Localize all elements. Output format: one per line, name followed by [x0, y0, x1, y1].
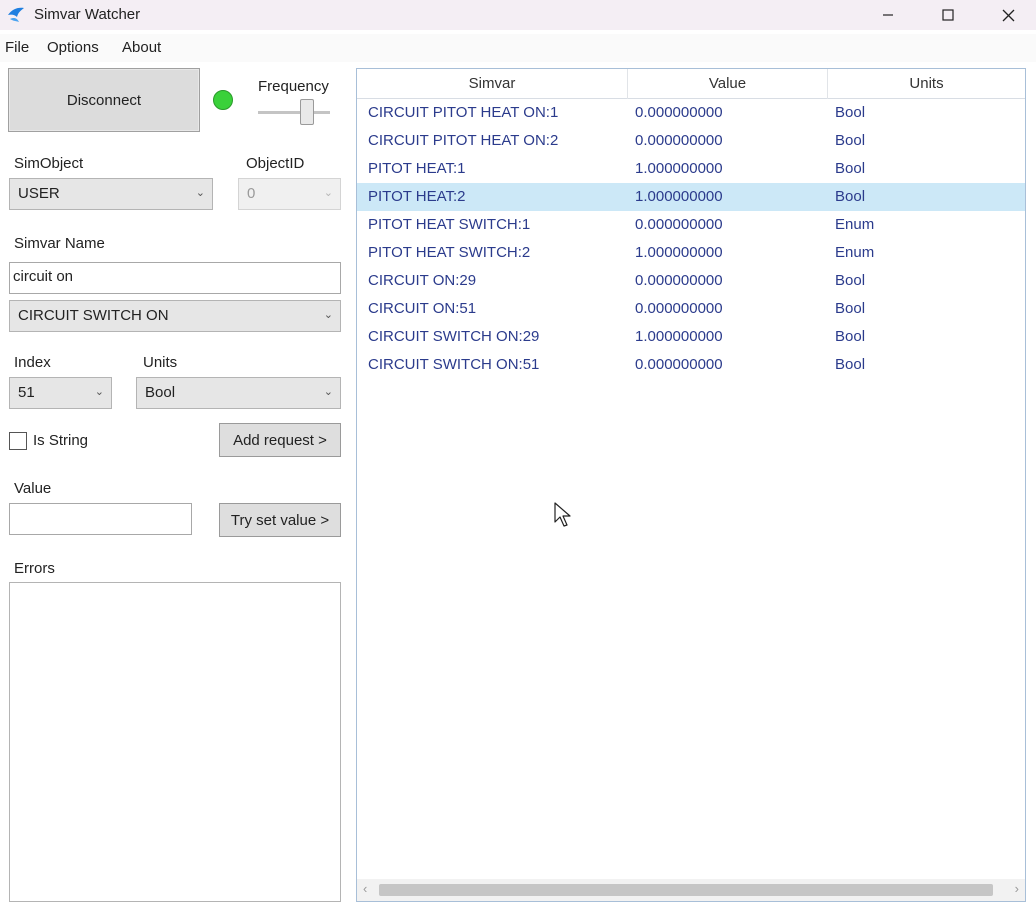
simvar-name-label: Simvar Name — [14, 235, 105, 252]
table-row[interactable]: CIRCUIT PITOT HEAT ON:1 0.000000000 Bool — [357, 99, 1025, 127]
cell-simvar: CIRCUIT SWITCH ON:51 — [368, 356, 540, 373]
chevron-down-icon: ⌄ — [323, 386, 333, 398]
column-header-value[interactable]: Value — [628, 69, 828, 99]
app-icon — [8, 7, 24, 22]
horizontal-scrollbar[interactable]: ‹ › — [357, 879, 1025, 901]
simvar-select[interactable]: CIRCUIT SWITCH ON ⌄ — [9, 300, 341, 332]
maximize-icon — [942, 9, 954, 21]
menu-file[interactable]: File — [5, 39, 29, 56]
horizontal-scrollbar-thumb[interactable] — [379, 884, 993, 896]
cell-units: Enum — [835, 244, 875, 261]
cell-simvar: PITOT HEAT:2 — [368, 188, 466, 205]
cell-units: Bool — [835, 160, 866, 177]
cell-value: 1.000000000 — [635, 328, 723, 345]
cell-units: Bool — [835, 300, 866, 317]
table-row[interactable]: CIRCUIT SWITCH ON:29 1.000000000 Bool — [357, 323, 1025, 351]
table-row[interactable]: PITOT HEAT:1 1.000000000 Bool — [357, 155, 1025, 183]
cell-value: 0.000000000 — [635, 300, 723, 317]
cell-simvar: CIRCUIT ON:51 — [368, 300, 477, 317]
simvar-grid[interactable]: Simvar Value Units CIRCUIT PITOT HEAT ON… — [356, 68, 1026, 902]
cell-units: Enum — [835, 216, 875, 233]
cell-units: Bool — [835, 188, 866, 205]
simvar-select-value: CIRCUIT SWITCH ON — [18, 307, 169, 324]
cell-simvar: CIRCUIT SWITCH ON:29 — [368, 328, 540, 345]
title-bar: Simvar Watcher — [0, 0, 1036, 30]
cell-value: 1.000000000 — [635, 244, 723, 261]
cell-simvar: PITOT HEAT:1 — [368, 160, 466, 177]
table-row[interactable]: CIRCUIT ON:29 0.000000000 Bool — [357, 267, 1025, 295]
cell-units: Bool — [835, 132, 866, 149]
index-select[interactable]: 51 ⌄ — [9, 377, 112, 409]
units-select[interactable]: Bool ⌄ — [136, 377, 341, 409]
table-row[interactable]: CIRCUIT ON:51 0.000000000 Bool — [357, 295, 1025, 323]
cell-value: 0.000000000 — [635, 356, 723, 373]
index-select-value: 51 — [18, 384, 35, 401]
objectid-label: ObjectID — [246, 155, 305, 172]
column-header-units[interactable]: Units — [828, 69, 1025, 99]
cell-units: Bool — [835, 328, 866, 345]
chevron-down-icon: ⌄ — [94, 386, 104, 398]
chevron-down-icon: ⌄ — [195, 187, 205, 199]
cell-value: 0.000000000 — [635, 272, 723, 289]
cell-value: 0.000000000 — [635, 216, 723, 233]
maximize-button[interactable] — [918, 0, 978, 30]
scroll-left-icon[interactable]: ‹ — [363, 881, 367, 896]
objectid-select: 0 ⌄ — [238, 178, 341, 210]
cell-value: 1.000000000 — [635, 160, 723, 177]
grid-header: Simvar Value Units — [357, 69, 1025, 99]
simobject-select[interactable]: USER ⌄ — [9, 178, 213, 210]
cell-units: Bool — [835, 104, 866, 121]
objectid-select-value: 0 — [247, 185, 256, 202]
menu-about[interactable]: About — [122, 39, 161, 56]
frequency-slider-thumb[interactable] — [300, 99, 314, 125]
cell-simvar: CIRCUIT ON:29 — [368, 272, 477, 289]
connection-status-indicator — [213, 90, 233, 110]
try-set-value-button[interactable]: Try set value > — [219, 503, 341, 537]
table-row[interactable]: CIRCUIT SWITCH ON:51 0.000000000 Bool — [357, 351, 1025, 379]
cell-simvar: PITOT HEAT SWITCH:1 — [368, 216, 531, 233]
simobject-select-value: USER — [18, 185, 60, 202]
cell-value: 0.000000000 — [635, 104, 723, 121]
table-row[interactable]: PITOT HEAT SWITCH:2 1.000000000 Enum — [357, 239, 1025, 267]
chevron-down-icon: ⌄ — [323, 187, 333, 199]
value-input[interactable] — [9, 503, 192, 535]
scroll-right-icon[interactable]: › — [1015, 881, 1019, 896]
units-select-value: Bool — [145, 384, 176, 401]
is-string-label: Is String — [33, 432, 89, 449]
frequency-label: Frequency — [258, 78, 329, 95]
close-button[interactable] — [978, 0, 1036, 30]
minimize-button[interactable] — [858, 0, 918, 30]
simvar-name-input[interactable]: circuit on — [9, 262, 341, 294]
cell-value: 0.000000000 — [635, 132, 723, 149]
errors-label: Errors — [14, 560, 55, 577]
chevron-down-icon: ⌄ — [323, 309, 333, 321]
frequency-slider-track[interactable] — [258, 111, 330, 114]
menu-options[interactable]: Options — [47, 39, 99, 56]
cell-value: 1.000000000 — [635, 188, 723, 205]
index-label: Index — [14, 354, 51, 371]
column-header-simvar[interactable]: Simvar — [357, 69, 628, 99]
cell-units: Bool — [835, 356, 866, 373]
cell-simvar: CIRCUIT PITOT HEAT ON:1 — [368, 104, 559, 121]
close-icon — [1002, 9, 1014, 21]
table-row[interactable]: CIRCUIT PITOT HEAT ON:2 0.000000000 Bool — [357, 127, 1025, 155]
value-label: Value — [14, 480, 52, 497]
table-row[interactable]: PITOT HEAT SWITCH:1 0.000000000 Enum — [357, 211, 1025, 239]
mouse-cursor-icon — [554, 502, 571, 527]
window-title: Simvar Watcher — [34, 6, 141, 23]
disconnect-button[interactable]: Disconnect — [8, 68, 200, 132]
units-label: Units — [143, 354, 178, 371]
table-row[interactable]: PITOT HEAT:2 1.000000000 Bool — [357, 183, 1025, 211]
cell-units: Bool — [835, 272, 866, 289]
cell-simvar: PITOT HEAT SWITCH:2 — [368, 244, 531, 261]
simobject-label: SimObject — [14, 155, 84, 172]
minimize-icon — [883, 14, 893, 16]
cell-simvar: CIRCUIT PITOT HEAT ON:2 — [368, 132, 559, 149]
menu-bar: File Options About — [0, 34, 1036, 62]
is-string-checkbox[interactable] — [9, 432, 27, 450]
errors-textbox[interactable] — [9, 582, 341, 902]
add-request-button[interactable]: Add request > — [219, 423, 341, 457]
